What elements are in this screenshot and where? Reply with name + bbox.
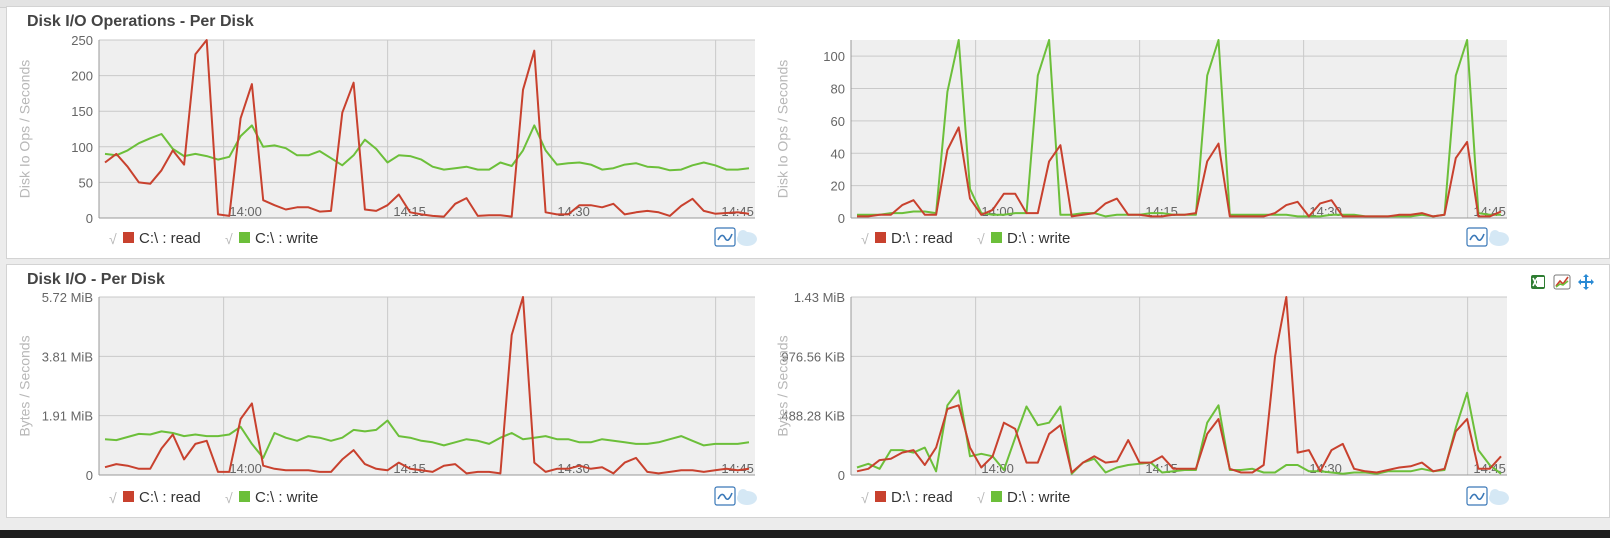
x-tick-label: 14:00 bbox=[229, 204, 262, 219]
legend-label: C:\ : read bbox=[139, 489, 201, 506]
y-tick-label: 20 bbox=[831, 179, 845, 194]
legend-swatch bbox=[991, 491, 1002, 502]
legend-label: D:\ : write bbox=[1007, 230, 1070, 247]
cloud-icon[interactable] bbox=[1489, 489, 1509, 505]
y-tick-label: 60 bbox=[831, 114, 845, 129]
x-tick-label: 14:30 bbox=[557, 204, 590, 219]
plot-area bbox=[99, 297, 755, 475]
legend-label: D:\ : read bbox=[891, 489, 953, 506]
y-tick-label: 0 bbox=[86, 211, 93, 226]
y-axis-title: Bytes / Seconds bbox=[774, 335, 790, 436]
legend-item[interactable]: √ C:\ : read bbox=[109, 230, 201, 247]
y-tick-label: 100 bbox=[823, 49, 845, 64]
legend-label: D:\ : read bbox=[891, 230, 953, 247]
legend-check-icon: √ bbox=[109, 231, 117, 247]
legend-swatch bbox=[123, 491, 134, 502]
y-tick-label: 80 bbox=[831, 82, 845, 97]
chart-type-icon[interactable] bbox=[714, 486, 736, 506]
y-tick-label: 100 bbox=[71, 140, 93, 155]
y-tick-label: 1.91 MiB bbox=[42, 409, 93, 424]
legend-check-icon: √ bbox=[977, 231, 985, 247]
legend-swatch bbox=[239, 491, 250, 502]
panel-disk-io-operations: Disk I/O Operations - Per Disk 0 50 100 150… bbox=[6, 6, 1610, 259]
legend-check-icon: √ bbox=[225, 231, 233, 247]
y-tick-label: 488.28 KiB bbox=[781, 409, 845, 424]
y-tick-label: 976.56 KiB bbox=[781, 349, 845, 364]
y-tick-label: 150 bbox=[71, 104, 93, 119]
y-axis-title: Disk Io Ops / Seconds bbox=[16, 60, 32, 199]
plot-area bbox=[851, 40, 1507, 218]
bottom-bar bbox=[0, 530, 1610, 538]
x-tick-label: 14:00 bbox=[981, 204, 1014, 219]
legend-item[interactable]: √ C:\ : read bbox=[109, 489, 201, 506]
legend-check-icon: √ bbox=[861, 231, 869, 247]
y-tick-label: 200 bbox=[71, 69, 93, 84]
chart-type-icon[interactable] bbox=[1466, 227, 1488, 247]
legend-swatch bbox=[875, 232, 886, 243]
cloud-icon[interactable] bbox=[737, 489, 757, 505]
x-tick-label: 14:00 bbox=[229, 461, 262, 476]
legend-check-icon: √ bbox=[109, 490, 117, 506]
chart-type-icon[interactable] bbox=[1553, 273, 1571, 291]
plot-area bbox=[99, 40, 755, 218]
y-tick-label: 5.72 MiB bbox=[42, 290, 93, 305]
panel-disk-io: Disk I/O - Per Disk 0 1.91 MiB 3.81 MiB 5.7… bbox=[6, 264, 1610, 518]
legend-swatch bbox=[991, 232, 1002, 243]
y-axis-title: Disk Io Ops / Seconds bbox=[774, 60, 790, 199]
excel-export-icon[interactable] bbox=[1529, 273, 1547, 291]
legend-swatch bbox=[875, 491, 886, 502]
y-tick-label: 0 bbox=[86, 468, 93, 483]
chart-svg: 01.91 MiB3.81 MiB5.72 MiB14:00 14:15 14:30… bbox=[16, 290, 757, 506]
legend-check-icon: √ bbox=[225, 490, 233, 506]
chart-svg: 0488.28 KiB976.56 KiB1.43 MiB14:00 14:15 1… bbox=[774, 290, 1509, 506]
legend-label: D:\ : write bbox=[1007, 489, 1070, 506]
legend-swatch bbox=[239, 232, 250, 243]
legend-label: C:\ : write bbox=[255, 489, 318, 506]
y-axis-title: Bytes / Seconds bbox=[16, 335, 32, 436]
y-tick-label: 3.81 MiB bbox=[42, 349, 93, 364]
legend-label: C:\ : read bbox=[139, 230, 201, 247]
move-icon[interactable] bbox=[1577, 273, 1595, 291]
y-tick-label: 40 bbox=[831, 146, 845, 161]
legend-item[interactable]: √ D:\ : write bbox=[977, 230, 1070, 247]
legend-check-icon: √ bbox=[977, 490, 985, 506]
chart-type-icon[interactable] bbox=[714, 227, 736, 247]
legend-item[interactable]: √ D:\ : write bbox=[977, 489, 1070, 506]
y-tick-label: 0 bbox=[838, 468, 845, 483]
chart-c-ops: 0 50 100 150 200 250 14:00 14:15 14:30 14:45 Disk … bbox=[7, 7, 767, 260]
y-tick-label: 50 bbox=[79, 175, 93, 190]
chart-d-bytes: 0 488.28 KiB 976.56 KiB 1.43 MiB 14:00 14:15 1… bbox=[759, 265, 1519, 519]
chart-d-ops: 0 20 40 60 80 100 14:00 14:15 14:30 14:45 Disk Io … bbox=[759, 7, 1519, 260]
chart-c-bytes: 0 1.91 MiB 3.81 MiB 5.72 MiB 14:00 14:15 14:30… bbox=[7, 265, 767, 519]
legend-item[interactable]: √ D:\ : read bbox=[861, 489, 953, 506]
legend-item[interactable]: √ C:\ : write bbox=[225, 489, 318, 506]
legend-item[interactable]: √ D:\ : read bbox=[861, 230, 953, 247]
y-tick-label: 0 bbox=[838, 211, 845, 226]
cloud-icon[interactable] bbox=[737, 230, 757, 246]
legend-item[interactable]: √ C:\ : write bbox=[225, 230, 318, 247]
plot-area bbox=[851, 297, 1507, 475]
chart-svg: 02040608010014:00 14:15 14:30 14:45Disk Io … bbox=[774, 39, 1509, 247]
cloud-icon[interactable] bbox=[1489, 230, 1509, 246]
legend-check-icon: √ bbox=[861, 490, 869, 506]
panel-toolbar bbox=[1529, 273, 1595, 291]
y-tick-label: 250 bbox=[71, 33, 93, 48]
legend-label: C:\ : write bbox=[255, 230, 318, 247]
legend-swatch bbox=[123, 232, 134, 243]
chart-svg: 05010015020025014:00 14:15 14:30 14:45Disk … bbox=[16, 33, 757, 247]
chart-type-icon[interactable] bbox=[1466, 486, 1488, 506]
y-tick-label: 1.43 MiB bbox=[794, 290, 845, 305]
